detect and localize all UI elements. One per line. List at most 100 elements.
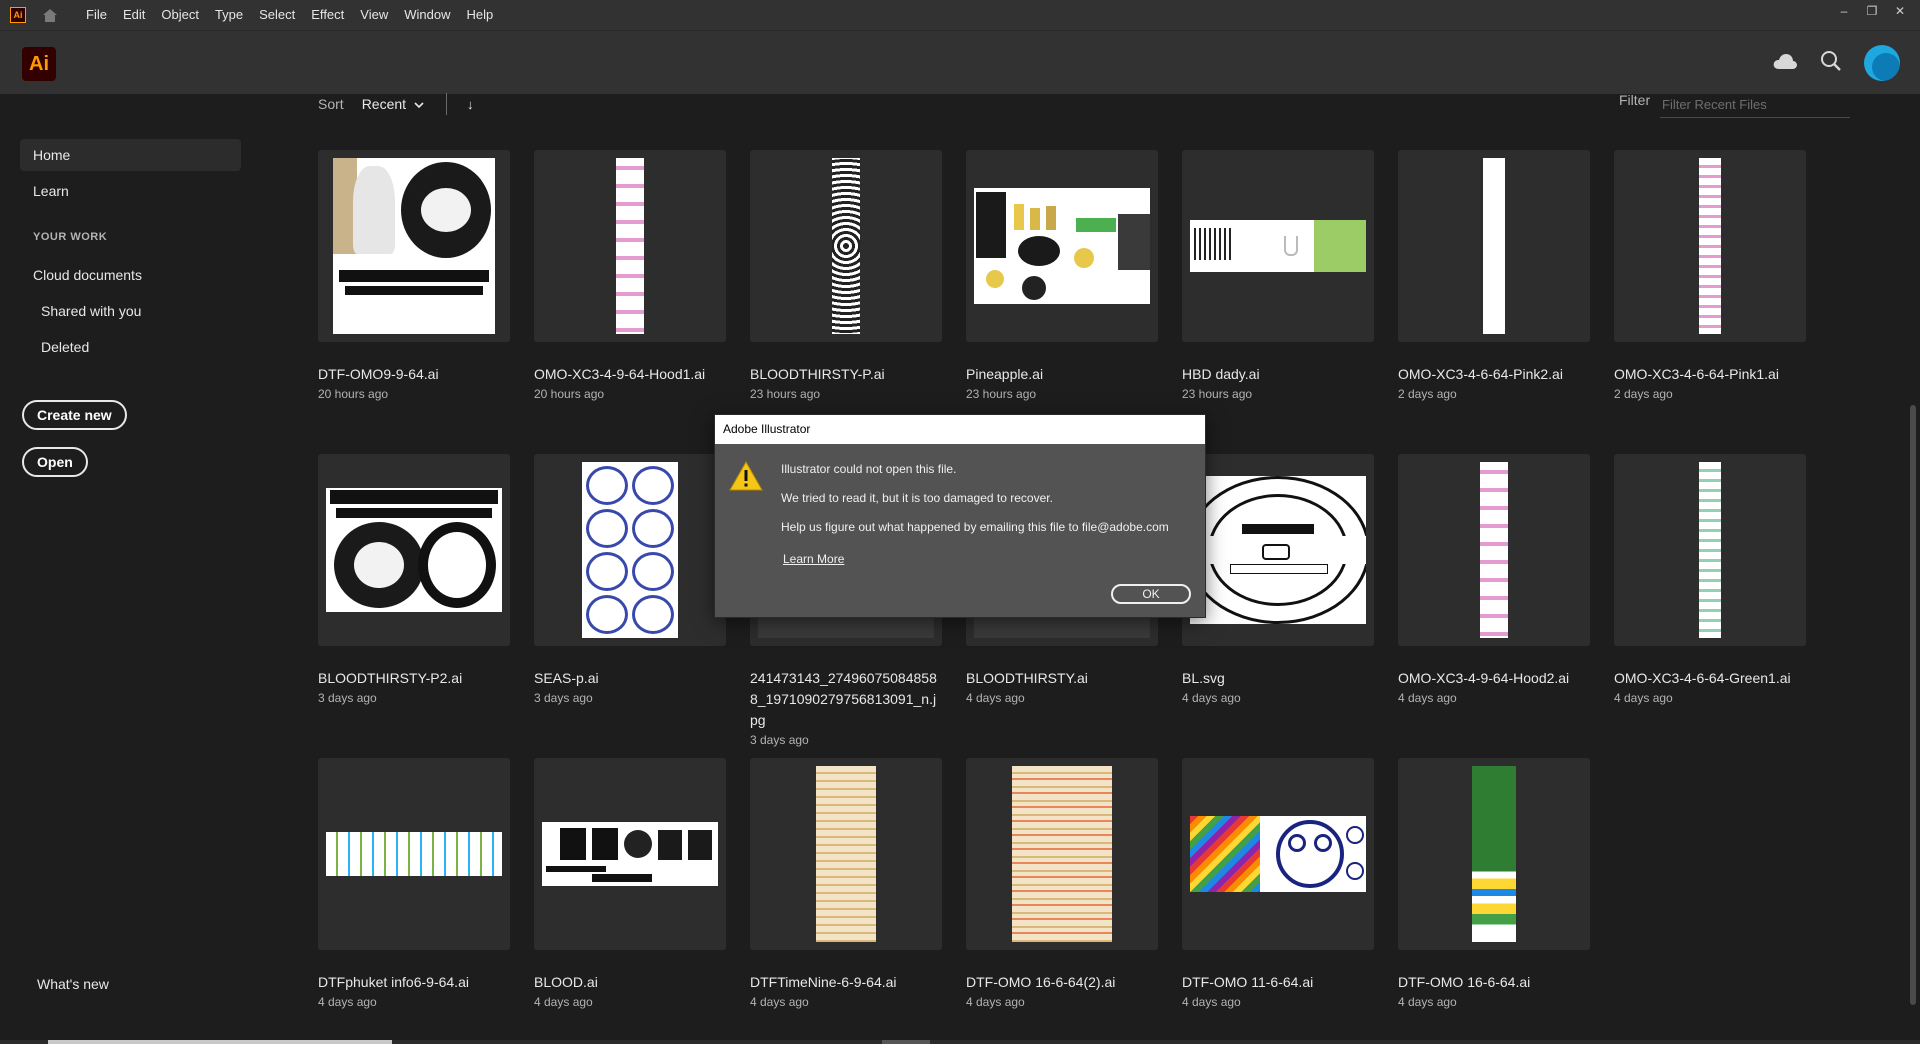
file-card[interactable]: DTF-OMO 11-6-64.ai 4 days ago (1182, 758, 1374, 1009)
creative-cloud-icon[interactable] (1772, 52, 1798, 75)
file-thumbnail[interactable] (534, 150, 726, 342)
sidebar-item-shared-with-you[interactable]: Shared with you (20, 295, 241, 327)
file-name[interactable]: DTF-OMO 11-6-64.ai (1182, 972, 1374, 993)
menu-window[interactable]: Window (396, 0, 458, 30)
menu-effect[interactable]: Effect (303, 0, 352, 30)
window-controls: – ❐ ✕ (1830, 0, 1914, 22)
dialog-title: Adobe Illustrator (715, 415, 1205, 444)
ok-button[interactable]: OK (1111, 584, 1191, 604)
create-new-button[interactable]: Create new (22, 400, 127, 430)
file-name[interactable]: OMO-XC3-4-6-64-Pink2.ai (1398, 364, 1590, 385)
sort-divider (446, 93, 448, 115)
filter-input[interactable] (1660, 92, 1850, 118)
file-thumbnail[interactable] (750, 150, 942, 342)
file-card[interactable]: BLOODTHIRSTY-P2.ai 3 days ago (318, 454, 510, 705)
file-date: 3 days ago (750, 733, 809, 747)
restore-icon[interactable]: ❐ (1858, 0, 1886, 22)
sidebar-item-learn[interactable]: Learn (20, 175, 241, 207)
file-name[interactable]: OMO-XC3-4-6-64-Green1.ai (1614, 668, 1806, 689)
menu-view[interactable]: View (352, 0, 396, 30)
file-card[interactable]: DTF-OMO9-9-64.ai 20 hours ago (318, 150, 510, 401)
file-thumbnail[interactable] (534, 758, 726, 950)
file-card[interactable]: DTF-OMO 16-6-64.ai 4 days ago (1398, 758, 1590, 1009)
file-name[interactable]: HBD dady.ai (1182, 364, 1374, 385)
file-name[interactable]: SEAS-p.ai (534, 668, 726, 689)
file-name[interactable]: Pineapple.ai (966, 364, 1158, 385)
menu-file[interactable]: File (78, 0, 115, 30)
menu-help[interactable]: Help (458, 0, 501, 30)
file-name[interactable]: DTFphuket info6-9-64.ai (318, 972, 510, 993)
minimize-icon[interactable]: – (1830, 0, 1858, 22)
file-card[interactable]: DTF-OMO 16-6-64(2).ai 4 days ago (966, 758, 1158, 1009)
file-card[interactable]: SEAS-p.ai 3 days ago (534, 454, 726, 705)
file-thumbnail[interactable] (1614, 150, 1806, 342)
file-thumbnail[interactable] (318, 454, 510, 646)
file-card[interactable]: BLOOD.ai 4 days ago (534, 758, 726, 1009)
file-name[interactable]: BLOOD.ai (534, 972, 726, 993)
dialog-message-line-3: Help us figure out what happened by emai… (781, 520, 1169, 534)
menu-object[interactable]: Object (153, 0, 207, 30)
file-date: 23 hours ago (750, 387, 821, 401)
learn-more-link[interactable]: Learn More (783, 552, 844, 566)
file-thumbnail[interactable] (1398, 454, 1590, 646)
file-card[interactable]: Pineapple.ai 23 hours ago (966, 150, 1158, 401)
file-thumbnail[interactable] (750, 758, 942, 950)
file-name[interactable]: BL.svg (1182, 668, 1374, 689)
file-thumbnail[interactable] (534, 454, 726, 646)
file-thumbnail[interactable] (966, 758, 1158, 950)
home-icon[interactable] (40, 5, 60, 25)
file-name[interactable]: DTFTimeNine-6-9-64.ai (750, 972, 942, 993)
file-thumbnail[interactable] (1182, 758, 1374, 950)
open-button[interactable]: Open (22, 447, 88, 477)
file-thumbnail[interactable] (1398, 758, 1590, 950)
sort-direction-icon[interactable]: ↓ (467, 97, 474, 112)
file-date: 4 days ago (318, 995, 377, 1009)
sidebar-item-home[interactable]: Home (20, 139, 241, 171)
error-dialog: Adobe Illustrator Illustrator could not … (714, 414, 1206, 618)
search-icon[interactable] (1820, 50, 1842, 77)
file-name[interactable]: BLOODTHIRSTY.ai (966, 668, 1158, 689)
file-thumbnail[interactable] (966, 150, 1158, 342)
file-card[interactable]: BL.svg 4 days ago (1182, 454, 1374, 705)
file-thumbnail[interactable] (318, 758, 510, 950)
bottom-strip (0, 1040, 1920, 1044)
whats-new-link[interactable]: What's new (24, 968, 245, 1000)
sidebar-item-cloud-documents[interactable]: Cloud documents (20, 259, 241, 291)
scrollbar-thumb[interactable] (1910, 405, 1916, 1005)
file-name[interactable]: OMO-XC3-4-9-64-Hood2.ai (1398, 668, 1590, 689)
file-card[interactable]: BLOODTHIRSTY-P.ai 23 hours ago (750, 150, 942, 401)
file-name[interactable]: BLOODTHIRSTY-P2.ai (318, 668, 510, 689)
file-card[interactable]: OMO-XC3-4-6-64-Green1.ai 4 days ago (1614, 454, 1806, 705)
avatar[interactable] (1864, 45, 1900, 81)
menu-edit[interactable]: Edit (115, 0, 153, 30)
file-name[interactable]: BLOODTHIRSTY-P.ai (750, 364, 942, 385)
menu-type[interactable]: Type (207, 0, 251, 30)
file-thumbnail[interactable] (1182, 150, 1374, 342)
file-thumbnail[interactable] (1182, 454, 1374, 646)
file-name[interactable]: OMO-XC3-4-6-64-Pink1.ai (1614, 364, 1806, 385)
file-card[interactable]: DTFphuket info6-9-64.ai 4 days ago (318, 758, 510, 1009)
file-card[interactable]: DTFTimeNine-6-9-64.ai 4 days ago (750, 758, 942, 1009)
app-bar-actions (1772, 45, 1900, 81)
file-card[interactable]: OMO-XC3-4-6-64-Pink2.ai 2 days ago (1398, 150, 1590, 401)
sort-dropdown[interactable]: Recent (362, 96, 406, 112)
sidebar-item-deleted[interactable]: Deleted (20, 331, 241, 363)
file-thumbnail[interactable] (1614, 454, 1806, 646)
file-name[interactable]: OMO-XC3-4-9-64-Hood1.ai (534, 364, 726, 385)
file-card[interactable]: HBD dady.ai 23 hours ago (1182, 150, 1374, 401)
close-icon[interactable]: ✕ (1886, 0, 1914, 22)
file-name[interactable]: DTF-OMO9-9-64.ai (318, 364, 510, 385)
file-date: 2 days ago (1398, 387, 1457, 401)
file-name[interactable]: DTF-OMO 16-6-64.ai (1398, 972, 1590, 993)
chevron-down-icon[interactable] (414, 96, 424, 112)
file-date: 4 days ago (1614, 691, 1673, 705)
file-card[interactable]: OMO-XC3-4-9-64-Hood1.ai 20 hours ago (534, 150, 726, 401)
file-name[interactable]: 241473143_274960750848588_19710902797568… (750, 668, 942, 731)
vertical-scrollbar[interactable] (1906, 95, 1920, 1040)
menu-select[interactable]: Select (251, 0, 303, 30)
file-thumbnail[interactable] (1398, 150, 1590, 342)
file-card[interactable]: OMO-XC3-4-9-64-Hood2.ai 4 days ago (1398, 454, 1590, 705)
file-thumbnail[interactable] (318, 150, 510, 342)
file-name[interactable]: DTF-OMO 16-6-64(2).ai (966, 972, 1158, 993)
file-card[interactable]: OMO-XC3-4-6-64-Pink1.ai 2 days ago (1614, 150, 1806, 401)
